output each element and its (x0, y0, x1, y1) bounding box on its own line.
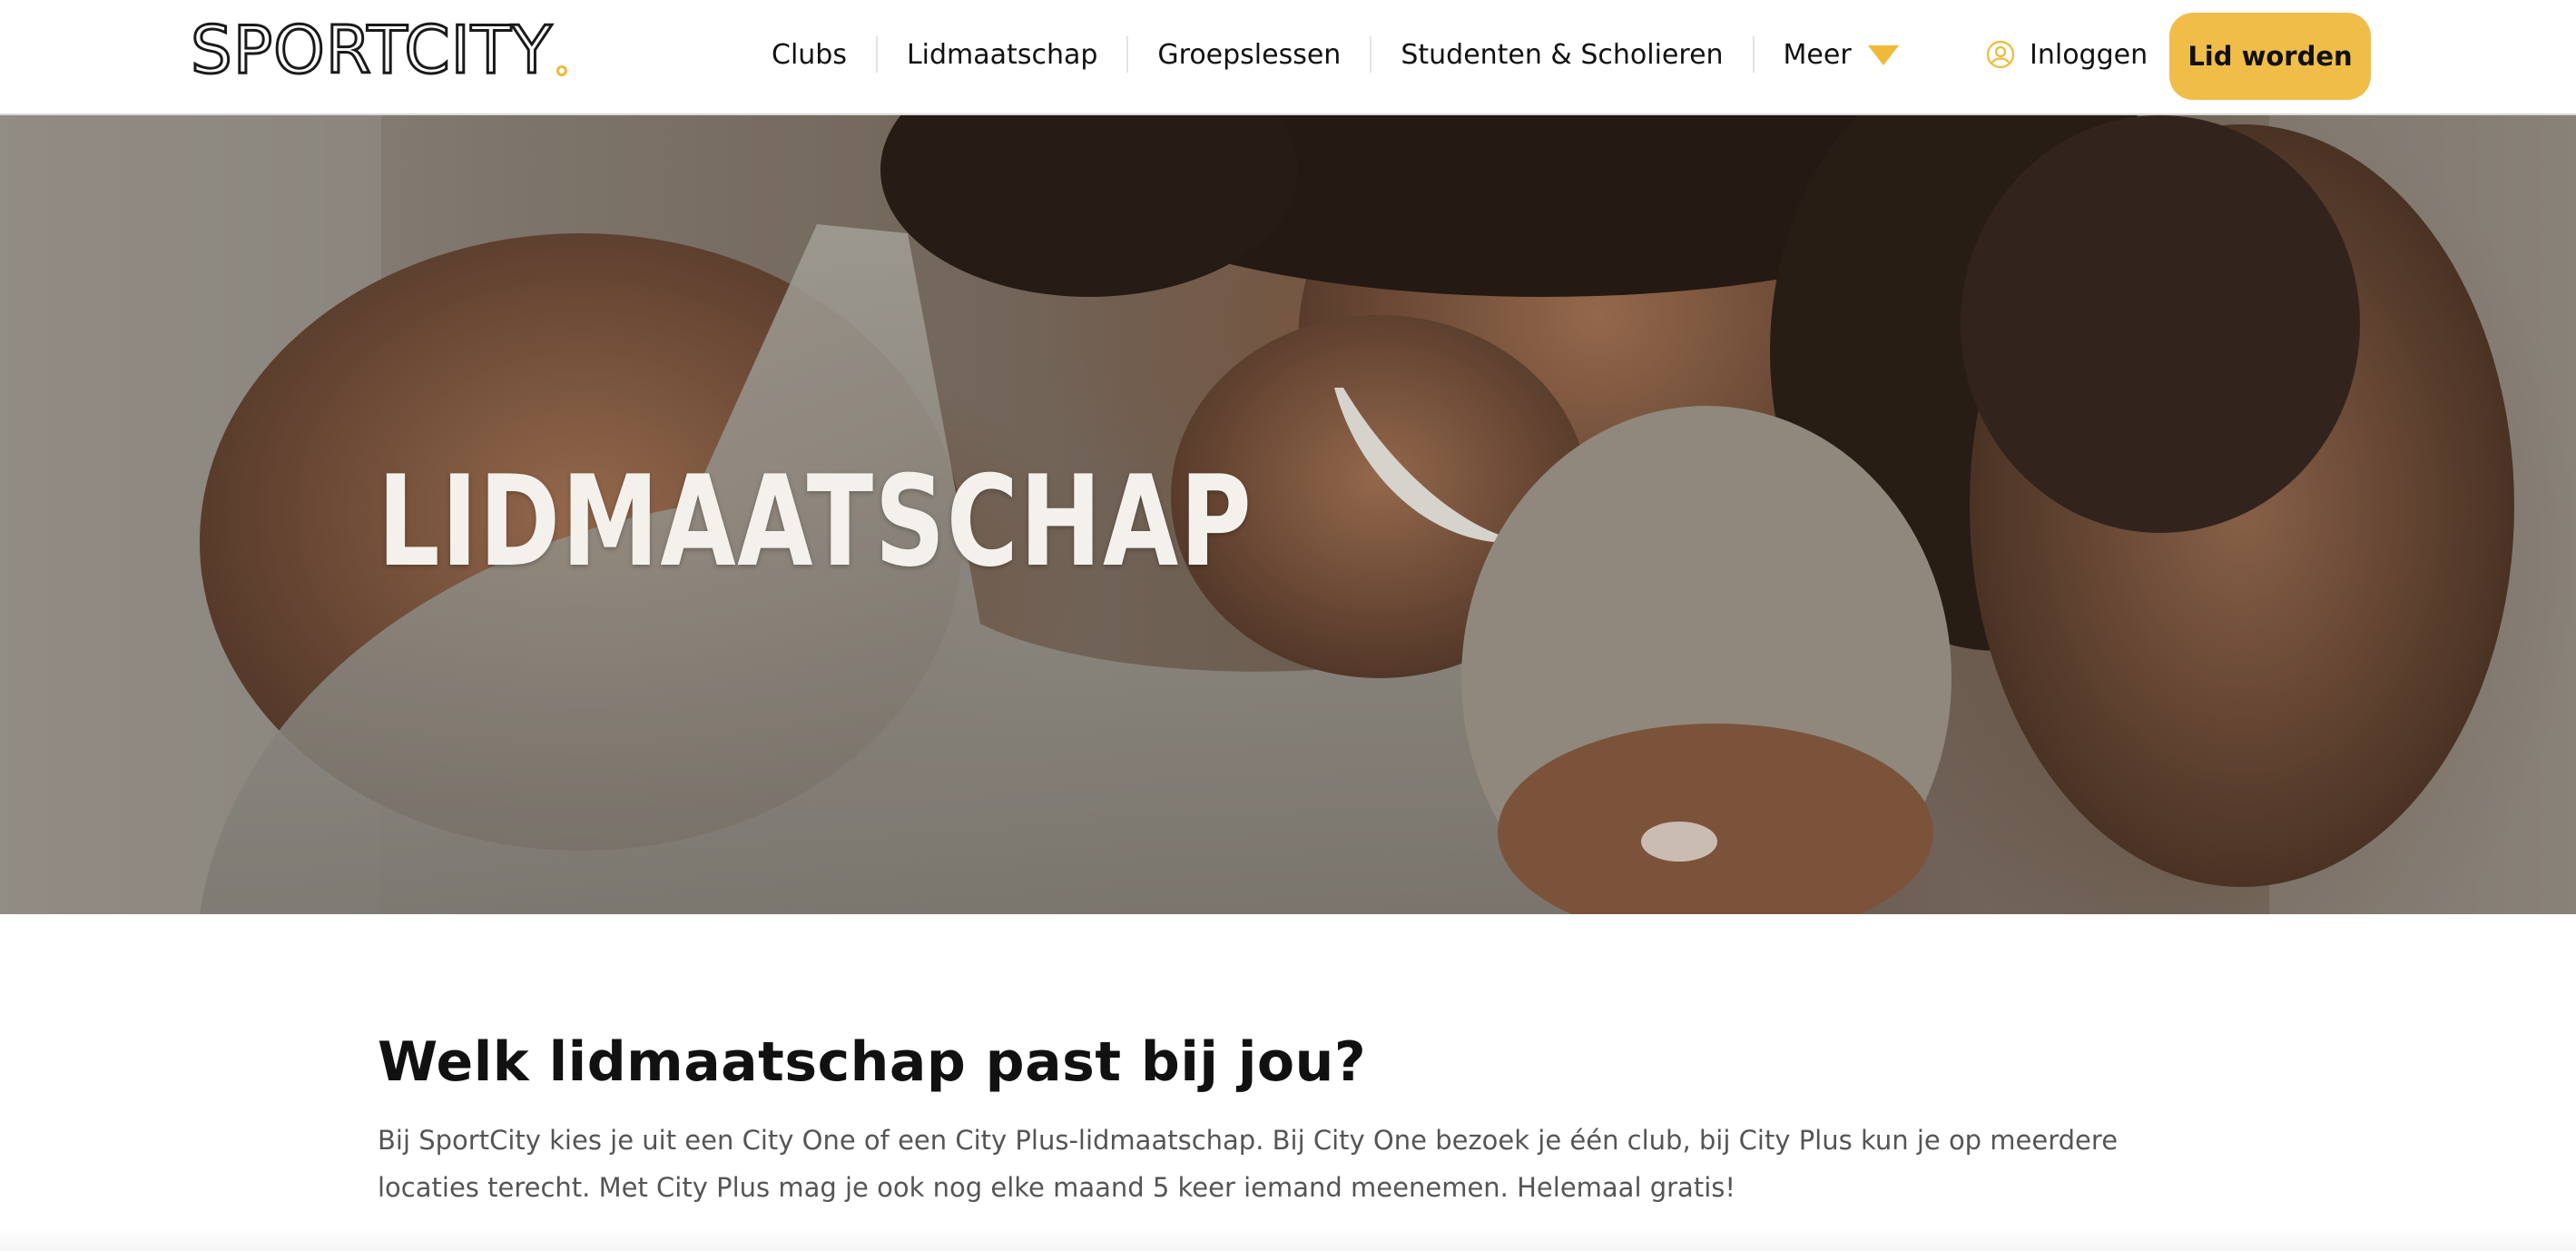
logo-dot-icon (556, 65, 567, 76)
nav-item-studenten-scholieren[interactable]: Studenten & Scholieren (1401, 39, 1723, 71)
nav-item-meer-label: Meer (1783, 38, 1852, 71)
nav-item-lidmaatschap[interactable]: Lidmaatschap (907, 39, 1097, 71)
section-heading: Welk lidmaatschap past bij jou? (378, 1030, 1367, 1094)
login-link[interactable]: Inloggen (1986, 33, 2148, 76)
membership-intro-section: Welk lidmaatschap past bij jou? Bij Spor… (378, 1026, 2193, 1211)
login-label: Inloggen (2030, 38, 2148, 71)
lid-worden-button[interactable]: Lid worden (2169, 13, 2371, 100)
nav-item-groepslessen[interactable]: Groepslessen (1157, 39, 1341, 71)
intro-paragraph: Bij SportCity kies je uit een City One o… (378, 1125, 2119, 1203)
user-circle-icon (1986, 40, 2015, 69)
nav-item-meer[interactable]: Meer (1784, 39, 1899, 71)
section-fade (0, 1226, 2576, 1251)
nav-divider (875, 36, 878, 73)
nav-divider (1126, 36, 1129, 73)
site-header: SPORTCITY Clubs Lidmaatschap Groepslesse… (0, 0, 2576, 115)
hero-banner: LIDMAATSCHAP (0, 115, 2576, 914)
nav-divider (1752, 36, 1755, 73)
main-nav: Clubs Lidmaatschap Groepslessen Studente… (772, 27, 1899, 82)
chevron-down-icon (1867, 45, 1899, 65)
sportcity-logo[interactable]: SPORTCITY (190, 12, 567, 88)
nav-item-clubs[interactable]: Clubs (772, 39, 847, 71)
hero-title: LIDMAATSCHAP (378, 448, 1254, 595)
logo-text: SPORTCITY (190, 12, 554, 88)
nav-divider (1370, 36, 1372, 73)
